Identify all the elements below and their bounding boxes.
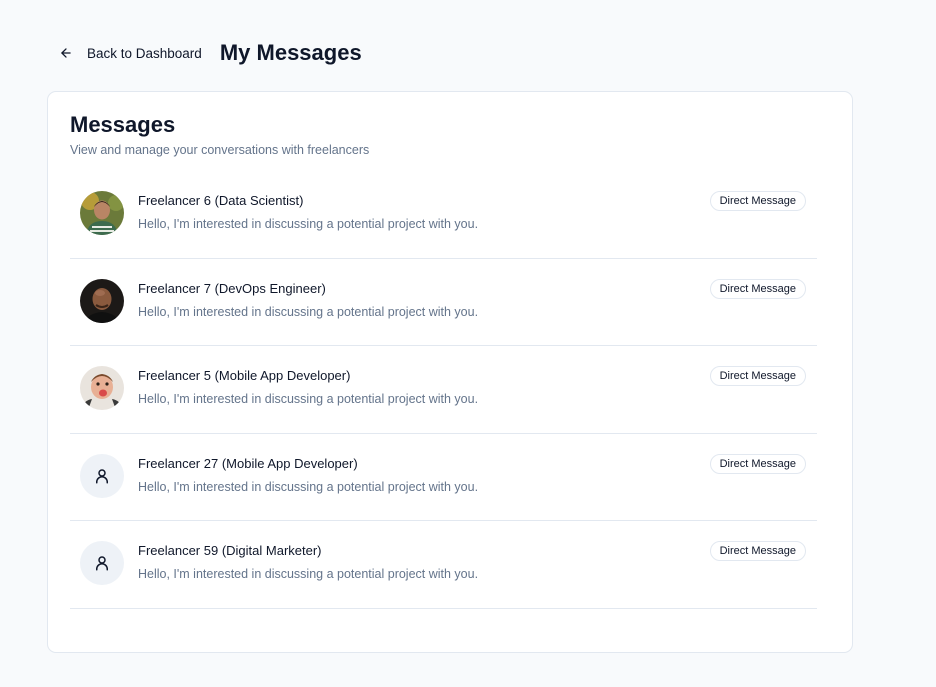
avatar (80, 278, 124, 323)
avatar (80, 191, 124, 235)
conversation-preview: Hello, I'm interested in discussing a po… (138, 217, 479, 231)
conversation-name: Freelancer 59 (Digital Marketer) (138, 543, 322, 558)
page-header: Back to Dashboard My Messages (55, 38, 362, 68)
conversation-item[interactable]: Freelancer 6 (Data Scientist) Hello, I'm… (70, 171, 817, 259)
back-to-dashboard-button[interactable]: Back to Dashboard (55, 42, 206, 65)
avatar (80, 541, 124, 585)
direct-message-badge: Direct Message (709, 366, 806, 386)
back-to-dashboard-label: Back to Dashboard (87, 45, 202, 61)
direct-message-badge: Direct Message (709, 541, 806, 561)
conversation-item[interactable]: Freelancer 27 (Mobile App Developer) Hel… (70, 434, 817, 521)
conversation-preview: Hello, I'm interested in discussing a po… (138, 392, 479, 406)
direct-message-badge: Direct Message (709, 191, 806, 211)
user-icon (93, 467, 111, 485)
conversation-preview: Hello, I'm interested in discussing a po… (138, 304, 479, 319)
conversation-item[interactable]: Freelancer 59 (Digital Marketer) Hello, … (70, 521, 817, 609)
conversation-list: Freelancer 6 (Data Scientist) Hello, I'm… (70, 171, 817, 609)
messages-card: Messages View and manage your conversati… (47, 91, 853, 653)
conversation-preview: Hello, I'm interested in discussing a po… (138, 567, 479, 581)
conversation-item[interactable]: Freelancer 5 (Mobile App Developer) Hell… (70, 346, 817, 434)
arrow-left-icon (59, 46, 73, 60)
conversation-name: Freelancer 7 (DevOps Engineer) (138, 280, 326, 296)
avatar (80, 453, 124, 498)
conversation-name: Freelancer 5 (Mobile App Developer) (138, 368, 351, 383)
avatar (80, 366, 124, 410)
card-description: View and manage your conversations with … (70, 143, 370, 157)
conversation-preview: Hello, I'm interested in discussing a po… (138, 479, 479, 494)
conversation-name: Freelancer 6 (Data Scientist) (138, 193, 304, 208)
direct-message-badge: Direct Message (709, 278, 806, 299)
conversation-item[interactable]: Freelancer 7 (DevOps Engineer) Hello, I'… (70, 259, 817, 346)
direct-message-badge: Direct Message (709, 453, 806, 474)
page-title: My Messages (219, 40, 362, 65)
conversation-name: Freelancer 27 (Mobile App Developer) (138, 455, 358, 471)
user-icon (93, 554, 111, 572)
card-title: Messages (70, 112, 176, 137)
